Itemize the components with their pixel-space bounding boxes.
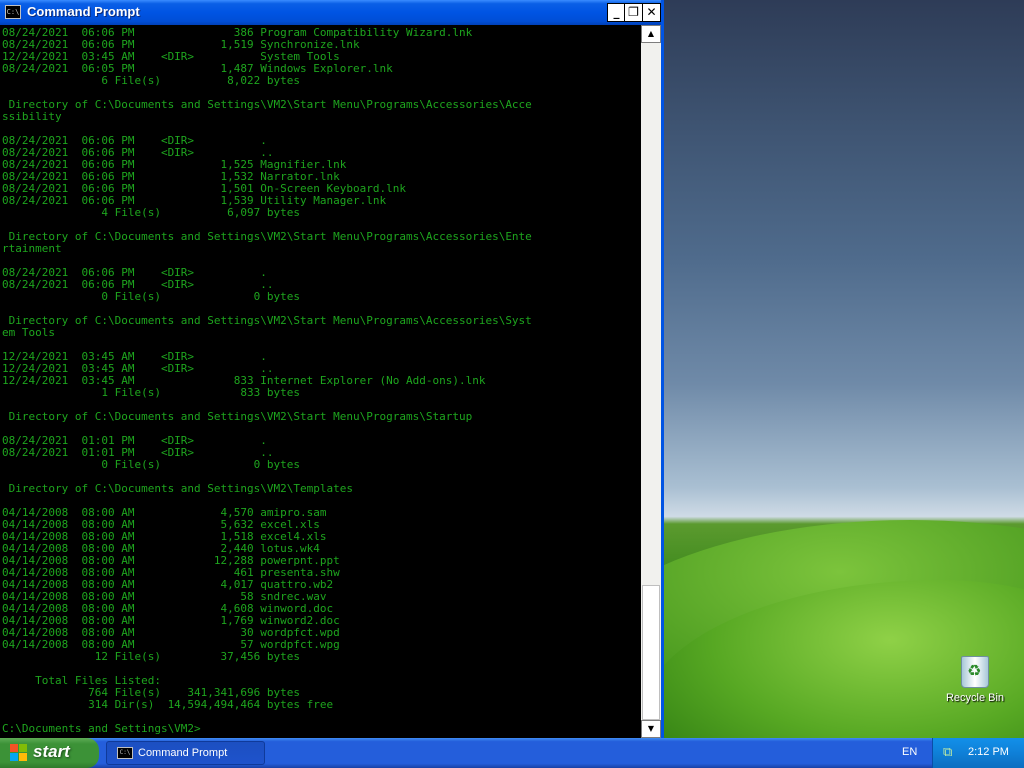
window-title: Command Prompt: [27, 4, 140, 19]
start-button[interactable]: start: [0, 738, 99, 768]
title-bar[interactable]: C:\ Command Prompt _ ❐ ✕: [0, 0, 661, 25]
console-text[interactable]: 08/24/2021 06:06 PM 386 Program Compatib…: [0, 25, 641, 735]
vertical-scrollbar[interactable]: ▲ ▼: [641, 25, 661, 738]
taskbar: start C:\ Command Prompt EN ⧉ 2:12 PM: [0, 738, 1024, 768]
cmd-icon: C:\: [117, 747, 133, 759]
restore-button[interactable]: ❐: [624, 3, 643, 22]
recycle-bin-shortcut[interactable]: Recycle Bin: [942, 656, 1008, 704]
taskbar-item-command-prompt[interactable]: C:\ Command Prompt: [106, 741, 265, 765]
console-output[interactable]: 08/24/2021 06:06 PM 386 Program Compatib…: [0, 25, 641, 738]
close-button[interactable]: ✕: [642, 3, 661, 22]
cmd-window-icon[interactable]: C:\: [5, 5, 21, 19]
scroll-up-button[interactable]: ▲: [641, 25, 661, 43]
scroll-down-button[interactable]: ▼: [641, 720, 661, 738]
taskbar-item-label: Command Prompt: [138, 747, 228, 759]
command-prompt-window[interactable]: C:\ Command Prompt _ ❐ ✕ 08/24/2021 06:0…: [0, 0, 664, 738]
start-label[interactable]: start: [33, 742, 70, 762]
windows-logo-icon: [10, 744, 28, 762]
clock[interactable]: 2:12 PM: [968, 746, 1009, 758]
language-indicator[interactable]: EN: [902, 746, 917, 758]
scroll-thumb[interactable]: [642, 585, 660, 720]
recycle-bin-icon[interactable]: [961, 656, 989, 688]
recycle-bin-label[interactable]: Recycle Bin: [942, 692, 1008, 704]
network-icon[interactable]: ⧉: [943, 745, 959, 761]
system-tray: ⧉ 2:12 PM: [932, 738, 1024, 768]
